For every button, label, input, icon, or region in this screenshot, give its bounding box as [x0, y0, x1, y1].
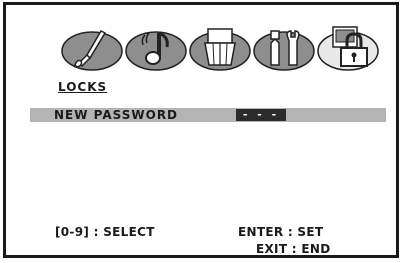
tab-setup[interactable] [251, 21, 317, 72]
menu-tabs [59, 21, 379, 72]
tab-audio[interactable] [123, 21, 189, 72]
section-title: LOCKS [58, 80, 108, 94]
new-password-row[interactable]: NEW PASSWORD - - - - [30, 108, 386, 133]
select-hint: [0-9] : SELECT [55, 225, 155, 239]
tab-locks[interactable] [315, 21, 381, 72]
new-password-label: NEW PASSWORD [54, 108, 179, 122]
tab-picture[interactable] [59, 21, 125, 72]
new-password-field[interactable]: - - - - [236, 109, 286, 133]
tv-icon [204, 28, 236, 66]
enter-hint: ENTER : SET [238, 225, 324, 239]
exit-hint: EXIT : END [256, 242, 331, 256]
tab-channel[interactable] [187, 21, 253, 72]
